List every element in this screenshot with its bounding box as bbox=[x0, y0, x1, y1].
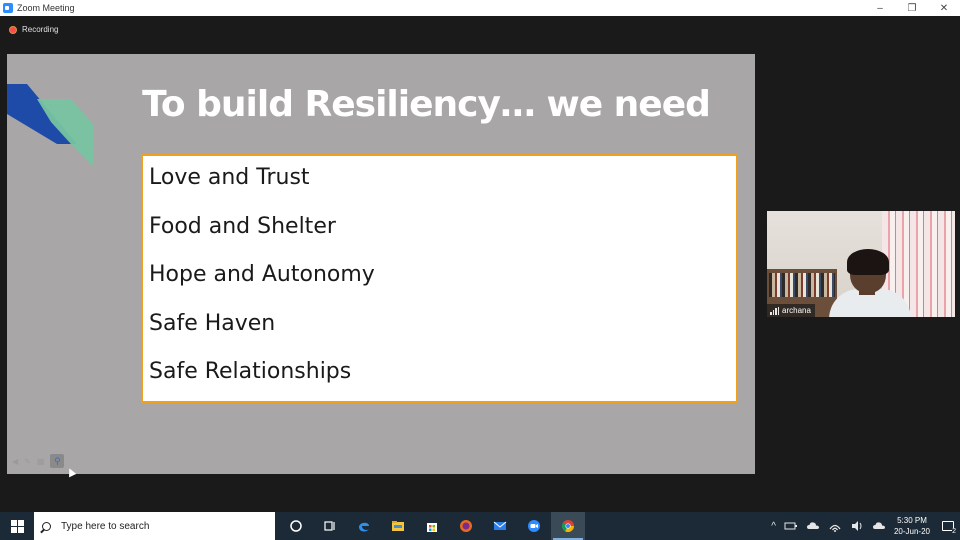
file-explorer-icon[interactable] bbox=[381, 512, 415, 540]
clock-date: 20-Jun-20 bbox=[893, 527, 930, 536]
slide-item: Safe Haven bbox=[149, 310, 276, 336]
participant-glasses bbox=[853, 269, 883, 275]
edge-icon[interactable] bbox=[347, 512, 381, 540]
store-icon[interactable] bbox=[415, 512, 449, 540]
restore-button[interactable]: ❐ bbox=[896, 0, 928, 16]
pen-icon[interactable]: ✎ bbox=[24, 457, 31, 466]
cortana-icon[interactable] bbox=[279, 512, 313, 540]
zoom-icon[interactable] bbox=[517, 512, 551, 540]
participant-name-tag: archana bbox=[767, 304, 815, 317]
recording-indicator[interactable]: Recording bbox=[9, 25, 58, 34]
battery-icon[interactable] bbox=[784, 519, 798, 533]
window-titlebar: Zoom Meeting – ❐ ✕ bbox=[0, 0, 960, 16]
slides-grid-icon[interactable]: ▦ bbox=[37, 457, 45, 466]
close-button[interactable]: ✕ bbox=[928, 0, 960, 16]
start-button[interactable] bbox=[0, 512, 34, 540]
zoom-app-icon bbox=[3, 3, 13, 13]
participant-video[interactable]: archana bbox=[767, 211, 955, 317]
show-hidden-icons-chevron-icon[interactable]: ^ bbox=[771, 521, 776, 532]
volume-icon[interactable] bbox=[850, 519, 864, 533]
search-icon bbox=[42, 521, 51, 531]
recording-icon bbox=[9, 25, 17, 34]
slide-item: Love and Trust bbox=[149, 165, 310, 190]
slide-item: Food and Shelter bbox=[149, 213, 336, 239]
search-placeholder: Type here to search bbox=[61, 520, 150, 532]
task-view-icon[interactable] bbox=[313, 512, 347, 540]
taskbar-search-box[interactable]: Type here to search bbox=[34, 512, 275, 540]
recording-label: Recording bbox=[22, 25, 59, 34]
chrome-icon[interactable] bbox=[551, 512, 585, 540]
window-controls: – ❐ ✕ bbox=[864, 0, 960, 16]
meeting-area: Recording To build Resiliency… we need L… bbox=[0, 16, 960, 512]
slide-title: To build Resiliency… we need bbox=[142, 84, 711, 125]
wifi-icon[interactable] bbox=[828, 519, 842, 533]
participant-name: archana bbox=[782, 306, 811, 315]
previous-slide-icon[interactable]: ◀ bbox=[12, 457, 18, 466]
window-title: Zoom Meeting bbox=[17, 3, 75, 13]
slideshow-toolbar: ◀ ✎ ▦ ⚲ bbox=[12, 454, 65, 468]
clock-time: 5:30 PM bbox=[897, 516, 927, 525]
windows-taskbar: Type here to search ^ 5:30 PM 20-Jun-20 … bbox=[0, 512, 960, 540]
taskbar-apps bbox=[279, 512, 585, 540]
slide-content-box: Love and Trust Food and Shelter Hope and… bbox=[141, 154, 738, 403]
system-tray: ^ 5:30 PM 20-Jun-20 2 bbox=[767, 512, 960, 540]
taskbar-clock[interactable]: 5:30 PM 20-Jun-20 bbox=[894, 515, 930, 537]
action-center-button[interactable]: 2 bbox=[936, 512, 960, 540]
mail-icon[interactable] bbox=[483, 512, 517, 540]
upload-cloud-icon[interactable] bbox=[872, 519, 886, 533]
notification-count: 2 bbox=[952, 528, 956, 535]
zoom-slide-icon[interactable]: ⚲ bbox=[50, 454, 65, 468]
onedrive-cloud-icon[interactable] bbox=[806, 519, 820, 533]
windows-logo-icon bbox=[10, 519, 24, 533]
video-books bbox=[769, 273, 835, 297]
slide-item: Safe Relationships bbox=[149, 359, 352, 384]
slide-item: Hope and Autonomy bbox=[149, 262, 375, 287]
signal-strength-icon bbox=[770, 306, 779, 315]
firefox-icon[interactable] bbox=[449, 512, 483, 540]
shared-screen-slide: To build Resiliency… we need Love and Tr… bbox=[7, 54, 755, 474]
minimize-button[interactable]: – bbox=[864, 0, 896, 16]
